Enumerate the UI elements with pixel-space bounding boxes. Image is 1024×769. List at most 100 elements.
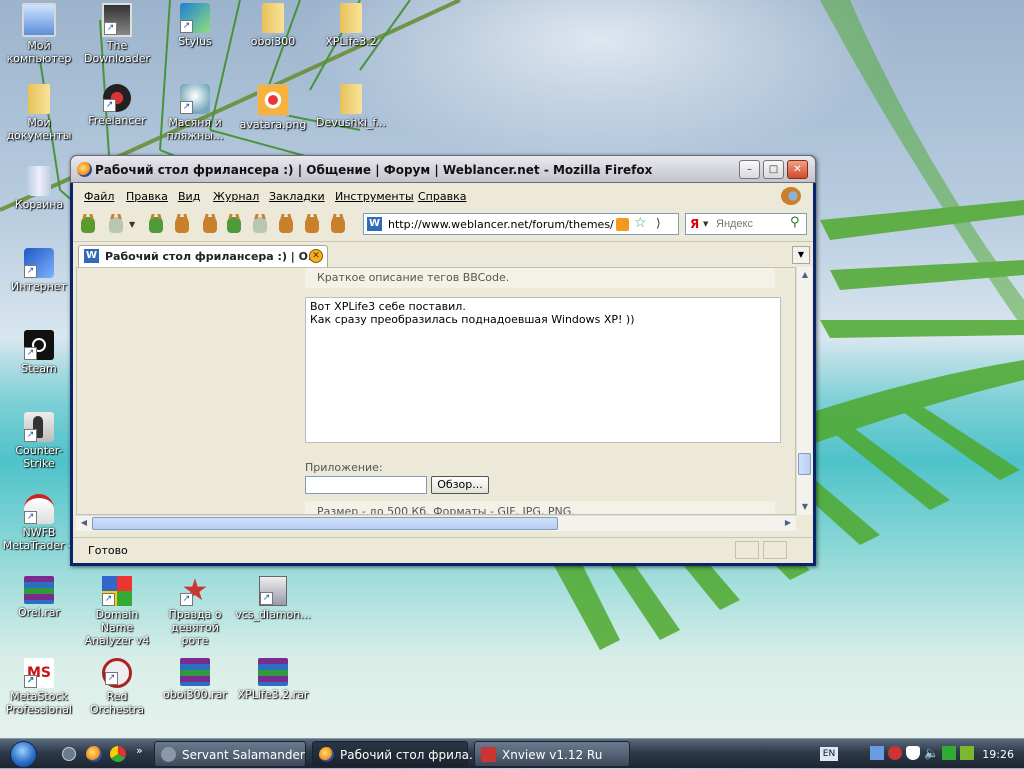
desktop-icon-devushki[interactable]: Devushki_f...: [313, 84, 389, 129]
addons-button[interactable]: [327, 214, 349, 236]
rar-archive-icon: [24, 576, 54, 604]
search-magnifier-icon[interactable]: ⚲: [790, 215, 800, 230]
horizontal-scroll-thumb[interactable]: [92, 517, 558, 530]
windows-logo-icon: [10, 741, 37, 768]
url-text[interactable]: http://www.weblancer.net/forum/themes/69…: [388, 218, 614, 231]
bbcode-help-text[interactable]: Краткое описание тегов BBCode.: [317, 271, 509, 284]
scroll-right-icon[interactable]: ▶: [781, 516, 795, 530]
scroll-up-icon[interactable]: ▲: [798, 268, 812, 282]
clock[interactable]: 19:26: [982, 748, 1014, 761]
tab-weblancer[interactable]: W Рабочий стол фрилансера :) | О... ✕: [78, 245, 328, 267]
print-button[interactable]: [275, 214, 297, 236]
history-button[interactable]: [301, 214, 323, 236]
bookmarks-button[interactable]: [223, 214, 245, 236]
documents-folder-icon: [28, 84, 50, 114]
desktop-icon-stylus[interactable]: ↗ Stylus: [157, 3, 233, 48]
cartoon-icon: ↗: [180, 84, 210, 114]
go-button[interactable]: ⟩: [656, 216, 661, 230]
desktop-icon-red-orchestra[interactable]: ↗ Red Orchestra: [79, 658, 155, 716]
shortcut-arrow-icon: ↗: [24, 265, 37, 278]
quicklaunch-more-icon[interactable]: »: [136, 744, 143, 757]
maximize-button[interactable]: □: [763, 160, 784, 179]
desktop-icon-the-downloader[interactable]: ↗ The Downloader: [79, 3, 155, 65]
language-indicator[interactable]: EN: [820, 747, 838, 761]
installer-icon: ↗: [259, 576, 287, 606]
desktop-icon-masyanya[interactable]: ↗ Масяня и пляжны...: [157, 84, 233, 142]
shortcut-arrow-icon: ↗: [180, 593, 193, 606]
status-addon-icon[interactable]: [763, 541, 787, 559]
search-bar[interactable]: Я ▼ ⚲: [685, 213, 807, 235]
scroll-down-icon[interactable]: ▼: [798, 500, 812, 514]
menu-view[interactable]: Вид: [178, 190, 200, 203]
desktop-icon-my-computer[interactable]: Мой компьютер: [1, 3, 77, 65]
rss-feed-icon[interactable]: [616, 218, 629, 231]
stop-button[interactable]: [171, 214, 193, 236]
menu-history[interactable]: Журнал: [213, 190, 259, 203]
desktop-icon-oboi300[interactable]: oboi300: [235, 3, 311, 48]
network-icon[interactable]: [870, 746, 884, 760]
internet-globe-icon: ↗: [24, 248, 54, 278]
desktop-icon-pravda-9-rota[interactable]: ★ ↗ Правда о девятой роте: [157, 576, 233, 648]
menu-edit[interactable]: Правка: [126, 190, 168, 203]
desktop-icon-orel-rar[interactable]: Orel.rar: [1, 576, 77, 619]
tray-green-icon[interactable]: [942, 746, 956, 760]
attachment-file-input[interactable]: [305, 476, 427, 494]
task-firefox[interactable]: Рабочий стол фрила...: [312, 741, 480, 767]
quicklaunch-salamander-icon[interactable]: [62, 747, 76, 761]
tab-list-button[interactable]: ▼: [792, 246, 810, 264]
volume-icon[interactable]: 🔈: [924, 746, 939, 760]
scroll-left-icon[interactable]: ◀: [77, 516, 91, 530]
menu-help[interactable]: Справка: [418, 190, 466, 203]
desktop-icon-counter-strike[interactable]: ↗ Counter-Strike: [1, 412, 77, 470]
menu-tools[interactable]: Инструменты: [335, 190, 414, 203]
navigation-toolbar: ▼ W http://www.weblancer.net/forum/theme…: [73, 210, 813, 240]
menu-file[interactable]: Файл: [84, 190, 114, 203]
close-button[interactable]: ✕: [787, 160, 808, 179]
reload-button[interactable]: [145, 214, 167, 236]
quicklaunch-chrome-icon[interactable]: [110, 746, 126, 762]
desktop-icon-metastock[interactable]: MS ↗ MetaStock Professional: [1, 658, 77, 716]
desktop-icon-oboi300-rar[interactable]: oboi300.rar: [157, 658, 233, 701]
message-textarea[interactable]: Вот XPLife3 себе поставил. Как сразу пре…: [305, 297, 781, 443]
forward-button[interactable]: [105, 214, 127, 236]
desktop-icon-steam[interactable]: ↗ Steam: [1, 330, 77, 375]
desktop-icon-avatara[interactable]: avatara.png: [235, 84, 311, 131]
home-button[interactable]: [199, 214, 221, 236]
tray-app-icon[interactable]: [888, 746, 902, 760]
bookmarks-icon: [227, 217, 241, 233]
yandex-engine-icon[interactable]: Я: [690, 217, 699, 231]
desktop-icon-xplife-rar[interactable]: XPLife3.2.rar: [235, 658, 311, 701]
forward-dropdown-icon[interactable]: ▼: [129, 220, 135, 229]
horizontal-scrollbar[interactable]: ◀ ▶: [76, 515, 796, 531]
task-xnview[interactable]: Xnview v1.12 Ru: [474, 741, 630, 767]
desktop-icon-metatrader[interactable]: ↗ NWFB MetaTrader 4: [1, 494, 77, 552]
nvidia-icon[interactable]: [960, 746, 974, 760]
vertical-scrollbar[interactable]: ▲ ▼: [796, 267, 812, 515]
rar-archive-icon: [258, 658, 288, 686]
desktop-icon-my-documents[interactable]: Мои документы: [1, 84, 77, 142]
desktop-icon-freelancer[interactable]: ↗ Freelancer: [79, 84, 155, 127]
tab-close-icon[interactable]: ✕: [309, 249, 323, 263]
quicklaunch-firefox-icon[interactable]: [86, 746, 102, 762]
search-input[interactable]: [714, 216, 790, 232]
desktop-icon-domain-name-analyzer[interactable]: ↗ Domain Name Analyzer v4: [79, 576, 155, 647]
search-engine-dropdown-icon[interactable]: ▼: [703, 220, 708, 228]
start-button[interactable]: [4, 739, 44, 769]
address-bar[interactable]: W http://www.weblancer.net/forum/themes/…: [363, 213, 679, 235]
desktop-icon-xplife[interactable]: XPLife3.2: [313, 3, 389, 48]
security-shield-icon[interactable]: [906, 746, 920, 760]
menu-bookmarks[interactable]: Закладки: [269, 190, 325, 203]
desktop-icon-vcs-diamond[interactable]: ↗ vcs_diamon...: [235, 576, 311, 621]
downloads-button[interactable]: [249, 214, 271, 236]
vertical-scroll-thumb[interactable]: [798, 453, 811, 475]
window-title-bar[interactable]: Рабочий стол фрилансера :) | Общение | Ф…: [70, 155, 816, 183]
browse-button[interactable]: Обзор...: [431, 476, 489, 494]
desktop-icon-internet[interactable]: ↗ Интернет: [1, 248, 77, 293]
back-button[interactable]: [77, 214, 99, 236]
bookmark-star-icon[interactable]: ☆: [634, 215, 647, 231]
minimize-button[interactable]: –: [739, 160, 760, 179]
task-servant-salamander[interactable]: Servant Salamander: [154, 741, 306, 767]
site-favicon-icon: W: [367, 217, 382, 231]
desktop-icon-recycle-bin[interactable]: Корзина: [1, 166, 77, 211]
security-lock-icon[interactable]: [735, 541, 759, 559]
